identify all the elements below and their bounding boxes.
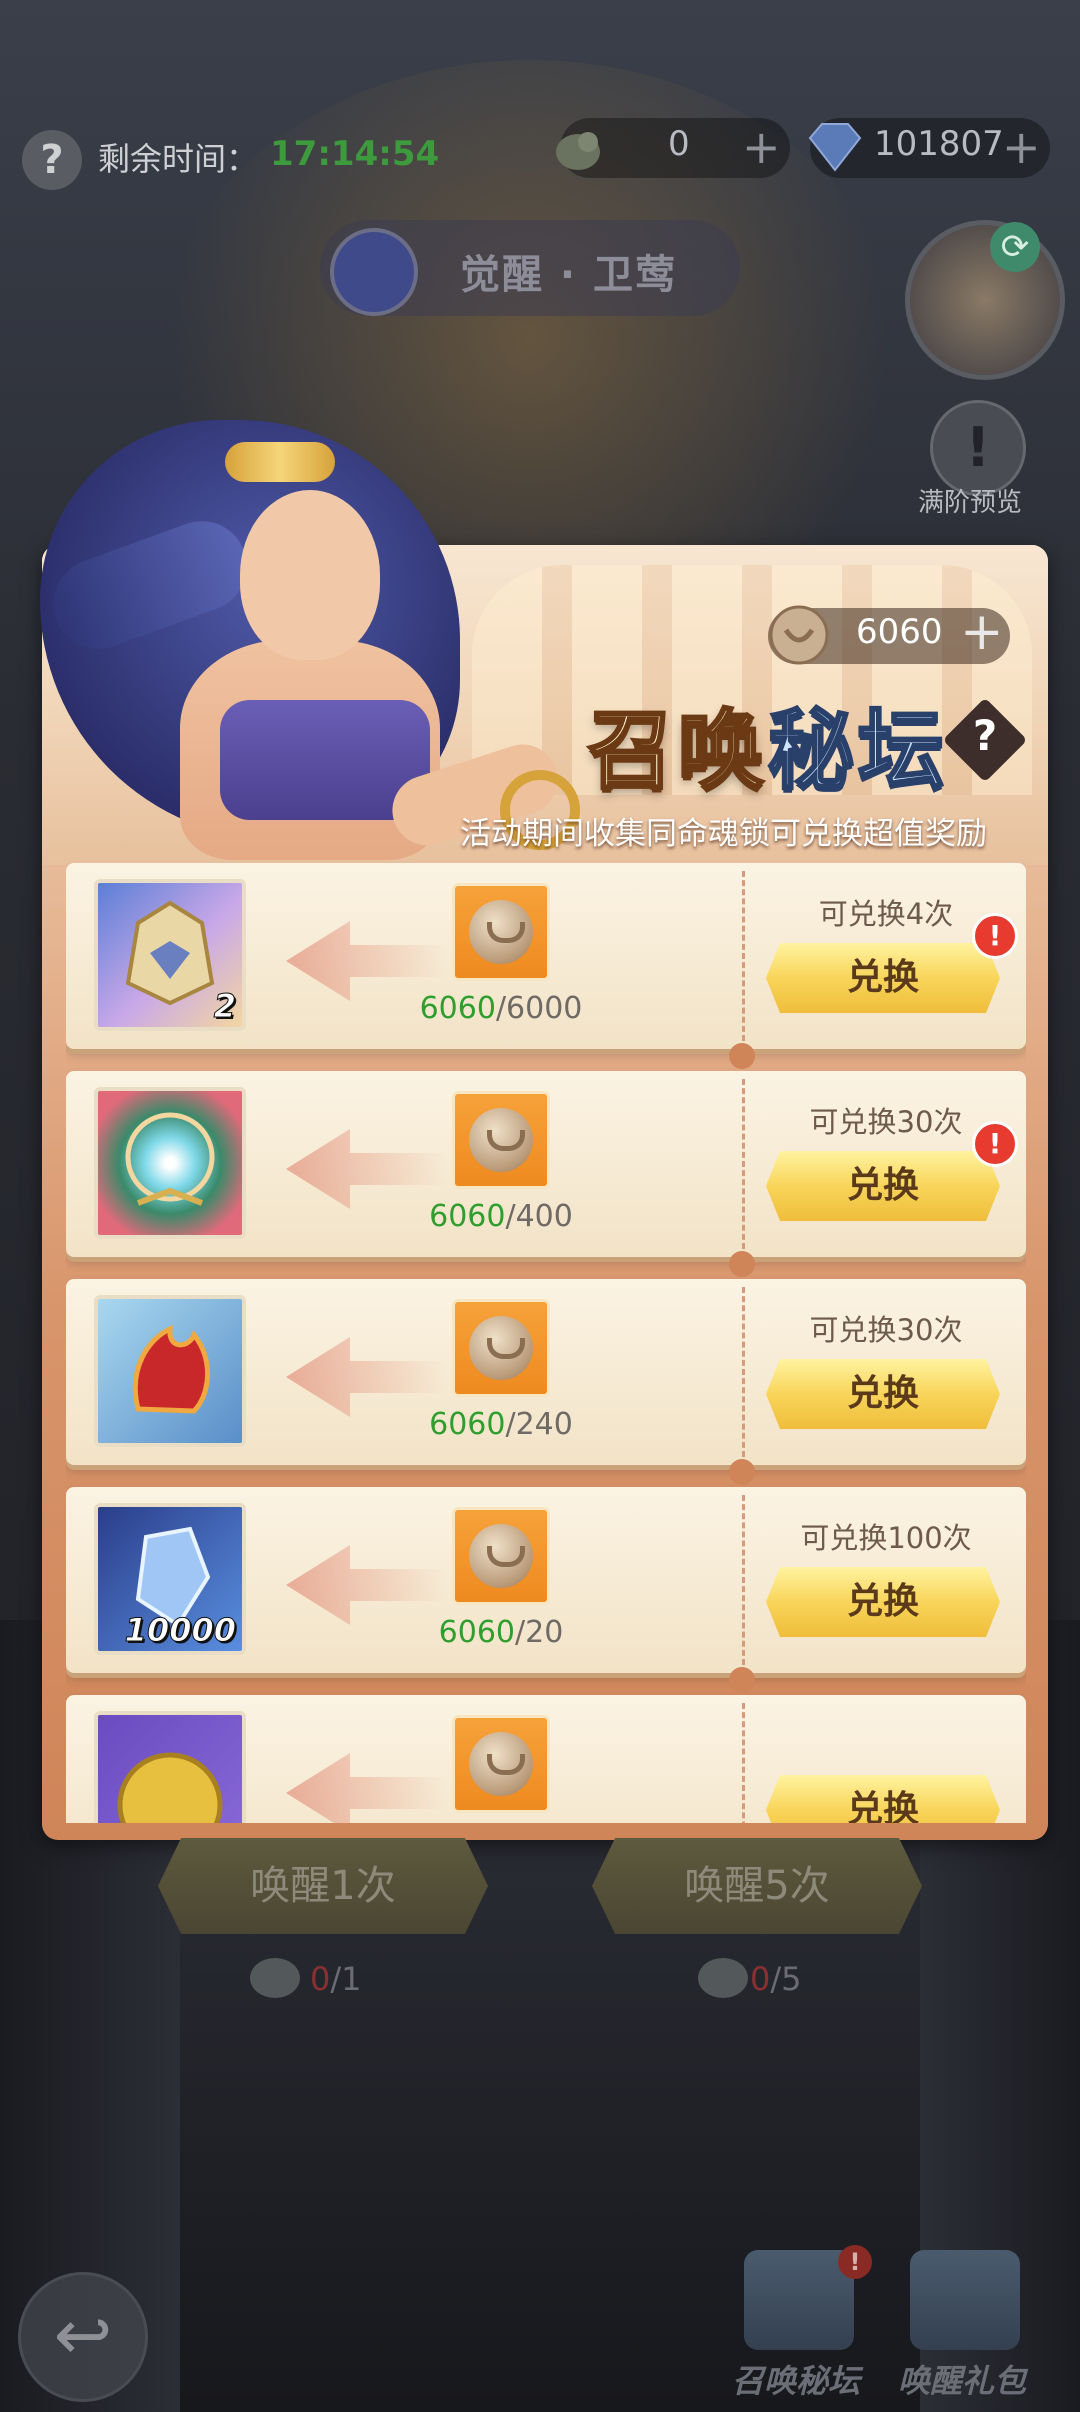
soul-lock-currency-icon bbox=[769, 605, 829, 665]
arrow-icon bbox=[286, 1545, 446, 1625]
exchange-row: 6060/240 可兑换30次 兑换 bbox=[66, 1279, 1026, 1465]
awaken-gift-nav-icon[interactable] bbox=[910, 2250, 1020, 2350]
resource-soul-value: 0 bbox=[668, 124, 690, 164]
cost-progress: 6060/20 bbox=[438, 1615, 564, 1650]
character-headpiece bbox=[225, 442, 335, 482]
exchange-button[interactable]: 兑换 bbox=[766, 1151, 1000, 1221]
red-phoenix-emblem-icon[interactable] bbox=[94, 1295, 246, 1447]
exchange-button[interactable]: 兑换 bbox=[766, 943, 1000, 1013]
exchange-row: 2 6060/6000 可兑换4次 兑换 ! bbox=[66, 863, 1026, 1049]
diamond-icon bbox=[808, 123, 862, 172]
exchange-button[interactable]: 兑换 bbox=[766, 1775, 1000, 1823]
soul-lock-icon bbox=[452, 1299, 550, 1397]
soul-icon bbox=[250, 1958, 300, 1998]
summon-altar-nav-label[interactable]: 召唤秘坛 bbox=[732, 2356, 860, 2402]
reward-count: 10000 bbox=[124, 1611, 236, 1650]
row-divider bbox=[742, 1079, 745, 1249]
remaining-time-value: 17:14:54 bbox=[270, 134, 440, 174]
soul-lock-icon bbox=[452, 883, 550, 981]
blue-crystal-icon[interactable]: 10000 bbox=[94, 1503, 246, 1655]
help-icon[interactable]: ? bbox=[22, 130, 82, 190]
wake-once-cost: 0/1 bbox=[310, 1960, 362, 1998]
row-notch bbox=[729, 1043, 755, 1069]
awaken-banner-title: 觉醒 · 卫莺 bbox=[460, 252, 678, 298]
alert-badge-icon: ! bbox=[972, 1121, 1018, 1167]
arrow-icon bbox=[286, 1753, 446, 1823]
arrow-icon bbox=[286, 1129, 446, 1209]
arrow-icon bbox=[286, 921, 446, 1001]
exchange-row: 兑换 bbox=[66, 1695, 1026, 1823]
reward-count: 2 bbox=[213, 987, 236, 1026]
resource-diamond-value: 101807 bbox=[874, 124, 1004, 164]
row-divider bbox=[742, 1287, 745, 1457]
soul-lock-icon bbox=[452, 1715, 550, 1813]
soul-lock-icon bbox=[452, 1091, 550, 1189]
back-arrow-icon[interactable]: ↩ bbox=[18, 2272, 148, 2402]
hexagram-icon bbox=[330, 228, 418, 316]
soul-icon bbox=[556, 132, 600, 170]
wake-five-cost: 0/5 bbox=[750, 1960, 802, 1998]
wake-five-button[interactable]: 唤醒5次 bbox=[592, 1838, 922, 1934]
panel-title-part2: 秘坛 bbox=[767, 700, 948, 803]
cost-progress: 6060/6000 bbox=[419, 991, 583, 1026]
character-face bbox=[240, 490, 380, 660]
wake-once-button[interactable]: 唤醒1次 bbox=[158, 1838, 488, 1934]
panel-help-icon[interactable]: ? bbox=[955, 706, 1015, 766]
exchange-list[interactable]: 2 6060/6000 可兑换4次 兑换 ! 6060/400 可兑换30次 兑… bbox=[66, 863, 1026, 1823]
cost-progress: 6060/400 bbox=[429, 1199, 573, 1234]
alert-badge-icon: ! bbox=[972, 913, 1018, 959]
exchange-row: 6060/400 可兑换30次 兑换 ! bbox=[66, 1071, 1026, 1257]
full-preview-label[interactable]: 满阶预览 bbox=[918, 482, 1022, 519]
panel-subtitle: 活动期间收集同命魂锁可兑换超值奖励 bbox=[460, 816, 987, 852]
row-notch bbox=[729, 1667, 755, 1693]
exchange-row: 10000 6060/20 可兑换100次 兑换 bbox=[66, 1487, 1026, 1673]
panel-title: 召唤秘坛 bbox=[587, 680, 948, 805]
row-divider bbox=[742, 1495, 745, 1665]
exchange-limit: 可兑换30次 bbox=[809, 1313, 963, 1347]
refresh-icon[interactable]: ⟳ bbox=[990, 222, 1040, 272]
row-notch bbox=[729, 1251, 755, 1277]
soul-icon bbox=[698, 1958, 748, 1998]
add-diamond-button[interactable]: + bbox=[1002, 124, 1041, 170]
exchange-button[interactable]: 兑换 bbox=[766, 1359, 1000, 1429]
soul-lock-icon bbox=[452, 1507, 550, 1605]
cost-progress: 6060/240 bbox=[429, 1407, 573, 1442]
row-divider bbox=[742, 871, 745, 1041]
nav-alert-badge-icon: ! bbox=[838, 2245, 872, 2279]
gold-coin-icon[interactable] bbox=[94, 1711, 246, 1823]
crystal-orb-icon[interactable] bbox=[94, 1087, 246, 1239]
soul-lock-currency-value: 6060 bbox=[856, 612, 943, 652]
hero-avatar[interactable] bbox=[905, 220, 1065, 380]
row-notch bbox=[729, 1459, 755, 1485]
panel-title-part1: 召唤 bbox=[587, 700, 768, 803]
golden-helmet-icon[interactable]: 2 bbox=[94, 879, 246, 1031]
row-divider bbox=[742, 1703, 745, 1823]
add-soul-button[interactable]: + bbox=[742, 124, 781, 170]
exchange-limit: 可兑换100次 bbox=[800, 1521, 972, 1555]
add-soul-lock-button[interactable]: + bbox=[960, 604, 1004, 660]
arrow-icon bbox=[286, 1337, 446, 1417]
exchange-button[interactable]: 兑换 bbox=[766, 1567, 1000, 1637]
awaken-gift-nav-label[interactable]: 唤醒礼包 bbox=[898, 2356, 1026, 2402]
remaining-time-label: 剩余时间： bbox=[98, 140, 259, 178]
